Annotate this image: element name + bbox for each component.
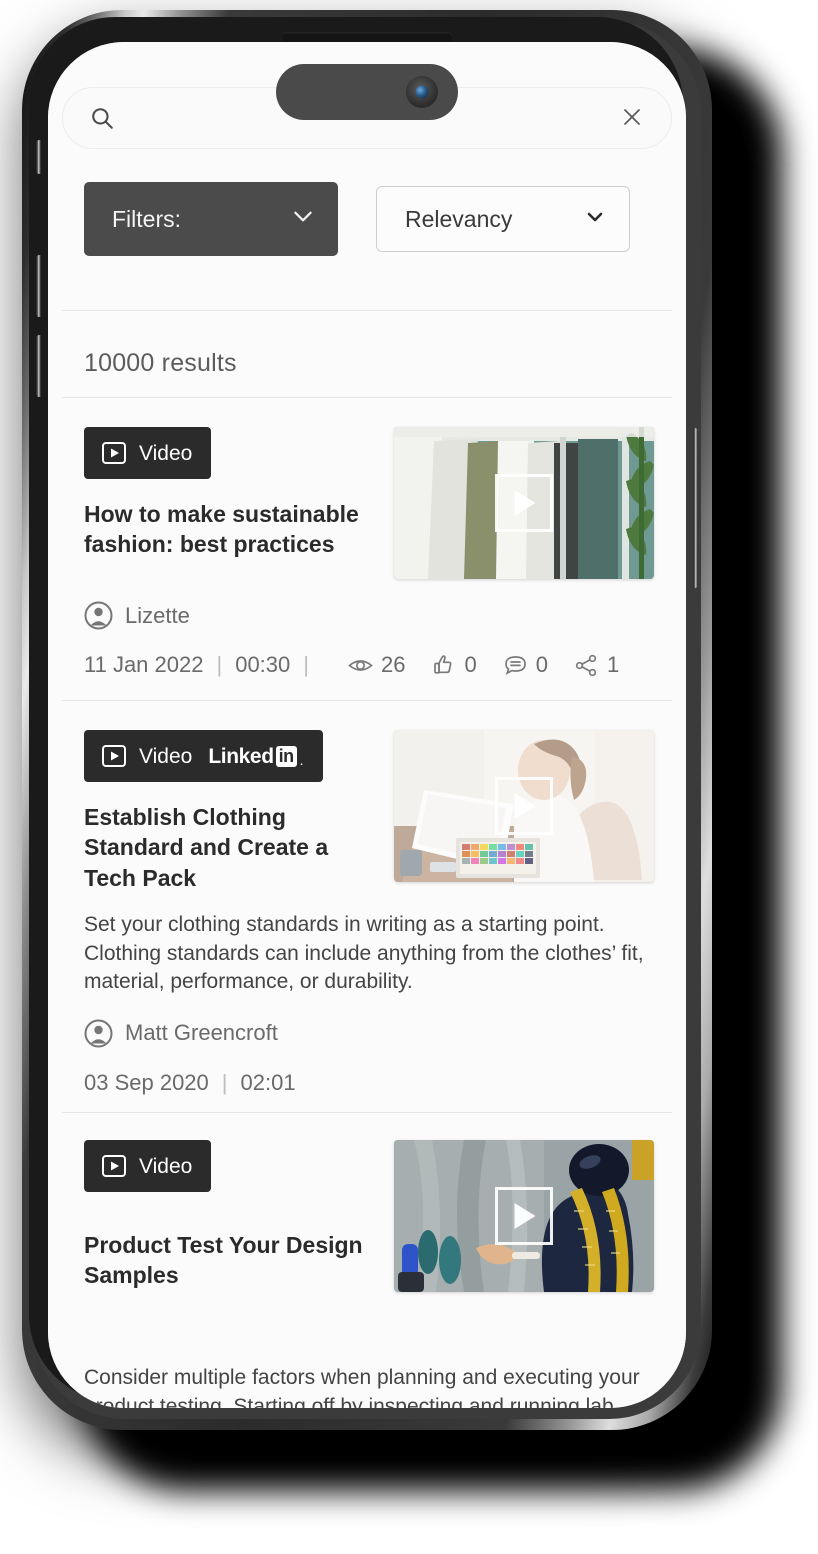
card-text-column: Video Product Test Your Design Samples [84, 1140, 380, 1291]
play-icon[interactable] [495, 1187, 553, 1245]
power-button[interactable] [693, 428, 698, 588]
share-icon [574, 653, 599, 678]
linkedin-in-box: in [275, 745, 297, 767]
card-meta-row: 11 Jan 2022 | 00:30 | 26 0 0 1 [84, 652, 654, 678]
play-box-icon [101, 1153, 127, 1179]
play-icon[interactable] [495, 474, 553, 532]
divider-after-card-1 [62, 700, 672, 701]
shares-stat[interactable]: 1 [574, 652, 619, 678]
chevron-down-icon [583, 204, 607, 234]
divider-below-count [62, 397, 672, 398]
publish-date: 03 Sep 2020 [84, 1069, 209, 1095]
likes-count: 0 [464, 652, 477, 677]
video-badge: Video [84, 1140, 212, 1192]
dynamic-island [276, 64, 458, 120]
card-text-column: Video Linked in . Establish Clothing Sta… [84, 730, 380, 893]
sort-label: Relevancy [405, 205, 513, 232]
divider-above-count [62, 310, 672, 311]
filter-controls-row: Filters: Relevancy [84, 182, 664, 256]
result-card[interactable]: Video How to make sustainable fashion: b… [84, 427, 654, 678]
linkedin-registered-dot: . [299, 751, 304, 768]
video-badge: Video [84, 427, 212, 479]
author-row: Lizette [84, 601, 654, 630]
video-thumbnail[interactable] [394, 730, 654, 882]
publish-date: 11 Jan 2022 [84, 652, 204, 677]
user-circle-icon [84, 601, 113, 630]
video-badge-label: Video [139, 1154, 193, 1178]
result-card[interactable]: Video Product Test Your Design Samples C… [84, 1140, 654, 1408]
sort-dropdown-button[interactable]: Relevancy [376, 186, 630, 252]
meta-separator: | [216, 652, 223, 677]
meta-separator: | [221, 1069, 228, 1095]
card-header: Video Product Test Your Design Samples [84, 1140, 654, 1292]
silence-switch[interactable] [36, 140, 41, 174]
author-name[interactable]: Lizette [125, 603, 190, 629]
card-header: Video Linked in . Establish Clothing Sta… [84, 730, 654, 893]
play-box-icon [101, 440, 127, 466]
card-title[interactable]: Establish Clothing Standard and Create a… [84, 802, 354, 893]
comment-icon [503, 653, 528, 678]
phone-screen: Filters: Relevancy 10000 results Video H… [48, 42, 686, 1408]
card-header: Video How to make sustainable fashion: b… [84, 427, 654, 579]
video-thumbnail[interactable] [394, 427, 654, 579]
shares-count: 1 [606, 652, 620, 677]
volume-up-button[interactable] [36, 255, 41, 317]
views-count: 26 [380, 652, 406, 677]
filters-dropdown-button[interactable]: Filters: [84, 182, 338, 256]
duration: 02:01 [240, 1069, 296, 1095]
result-card[interactable]: Video Linked in . Establish Clothing Sta… [84, 730, 654, 1096]
search-icon [89, 105, 115, 131]
volume-down-button[interactable] [36, 335, 41, 397]
front-camera-icon [406, 76, 438, 108]
card-meta-row: 03 Sep 2020 | 02:01 [84, 1070, 654, 1096]
card-description: Consider multiple factors when planning … [84, 1366, 640, 1408]
user-circle-icon [84, 1019, 113, 1048]
close-icon [620, 105, 644, 132]
play-box-icon [101, 743, 127, 769]
filters-label: Filters: [112, 205, 181, 232]
chevron-down-icon [290, 203, 316, 235]
eye-icon [348, 653, 373, 678]
card-title[interactable]: Product Test Your Design Samples [84, 1230, 374, 1291]
linkedin-logo-icon: Linked in . [208, 744, 304, 768]
comments-count: 0 [535, 652, 548, 677]
views-stat: 26 [348, 652, 405, 678]
author-row: Matt Greencroft [84, 1019, 654, 1048]
card-title[interactable]: How to make sustainable fashion: best pr… [84, 499, 380, 560]
thumbs-up-icon [431, 653, 456, 678]
clear-search-button[interactable] [619, 105, 645, 131]
video-badge: Video Linked in . [84, 730, 323, 782]
scene: Filters: Relevancy 10000 results Video H… [0, 0, 818, 1554]
video-badge-label: Video [139, 441, 193, 465]
card-text-column: Video How to make sustainable fashion: b… [84, 427, 380, 560]
comments-stat[interactable]: 0 [503, 652, 548, 678]
video-badge-label: Video [139, 744, 193, 768]
author-name[interactable]: Matt Greencroft [125, 1020, 278, 1046]
video-thumbnail[interactable] [394, 1140, 654, 1292]
linkedin-word: Linked [208, 744, 274, 768]
divider-after-card-2 [62, 1112, 672, 1113]
duration: 00:30 [235, 652, 291, 677]
card-description: Set your clothing standards in writing a… [84, 913, 644, 994]
likes-stat[interactable]: 0 [431, 652, 477, 678]
play-icon[interactable] [495, 777, 553, 835]
meta-separator: | [303, 652, 309, 677]
phone-frame: Filters: Relevancy 10000 results Video H… [22, 10, 712, 1430]
results-count: 10000 results [84, 349, 237, 377]
search-results-app: Filters: Relevancy 10000 results Video H… [48, 42, 686, 1408]
